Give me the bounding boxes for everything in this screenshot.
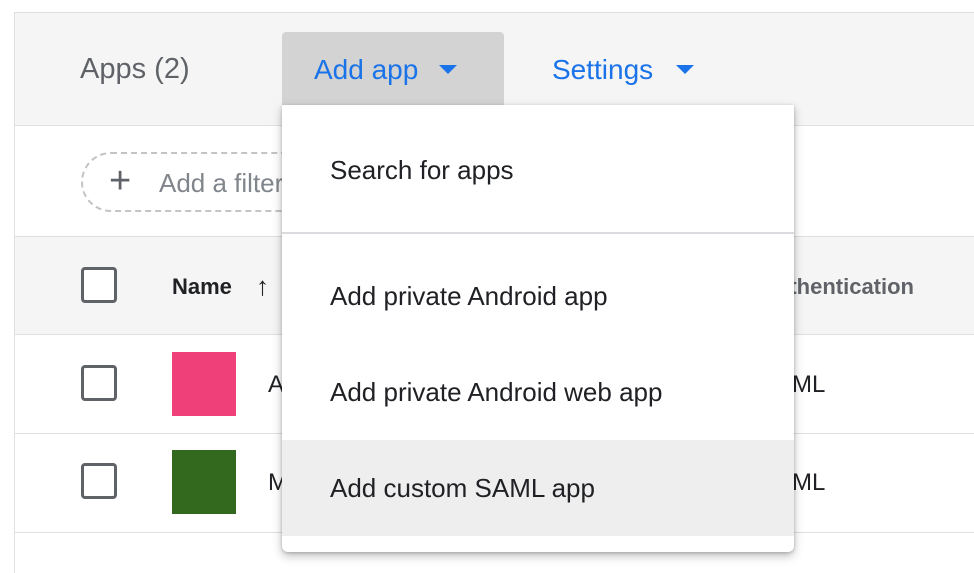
column-header-name[interactable]: Name [172, 273, 232, 301]
row-checkbox[interactable] [81, 365, 117, 401]
caret-down-icon [439, 65, 457, 74]
add-filter-label: Add a filter [159, 168, 284, 198]
app-icon [172, 450, 236, 514]
menu-item-add-private-android-web-app[interactable]: Add private Android web app [282, 344, 794, 440]
plus-icon: + [109, 160, 132, 202]
menu-item-search-for-apps[interactable]: Search for apps [282, 122, 794, 218]
menu-item-add-custom-saml-app[interactable]: Add custom SAML app [282, 440, 794, 536]
arrow-up-icon[interactable]: ↑ [256, 270, 269, 302]
menu-item-add-private-android-app[interactable]: Add private Android app [282, 248, 794, 344]
settings-label: Settings [552, 54, 654, 85]
menu-divider [282, 232, 794, 234]
app-icon [172, 352, 236, 416]
page-title: Apps (2) [80, 53, 190, 85]
settings-button[interactable]: Settings [536, 32, 716, 105]
caret-down-icon [676, 65, 694, 74]
row-checkbox[interactable] [81, 463, 117, 499]
select-all-checkbox[interactable] [81, 267, 117, 303]
add-app-button[interactable]: Add app [282, 32, 504, 105]
add-app-label: Add app [314, 54, 419, 85]
add-app-menu: Search for apps Add private Android app … [282, 105, 794, 552]
